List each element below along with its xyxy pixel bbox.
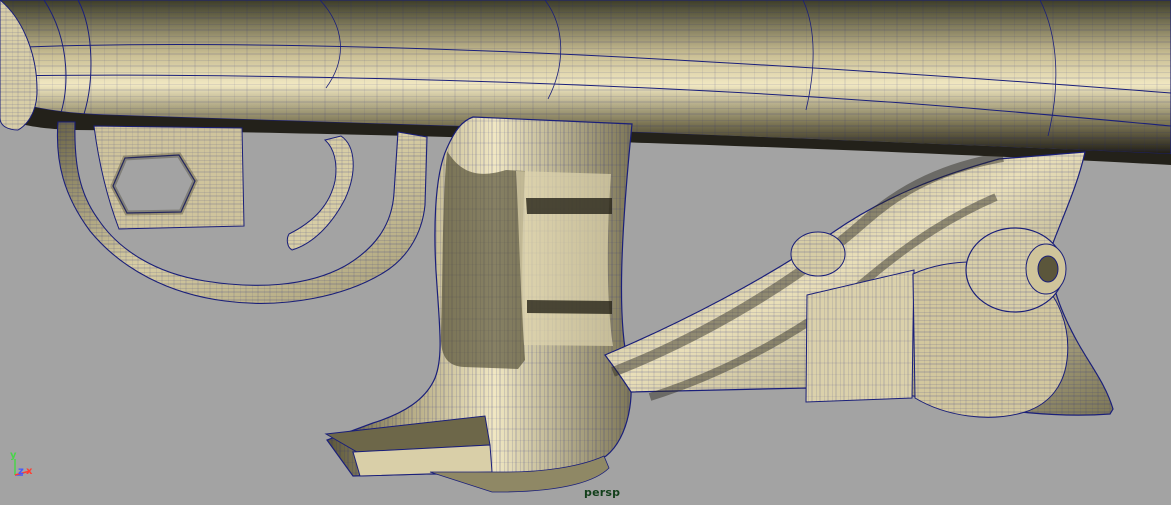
stock-pivot-left[interactable]: [790, 231, 846, 277]
trigger-guard[interactable]: [56, 121, 428, 304]
pistol-grip[interactable]: [324, 116, 633, 493]
y-axis-label: y: [10, 450, 17, 461]
camera-label: persp: [584, 486, 621, 499]
3d-viewport[interactable]: persp y z x: [0, 0, 1171, 505]
z-axis-label: z: [18, 466, 24, 477]
view-axis-icon: y z x: [8, 448, 42, 482]
trigger[interactable]: [286, 135, 354, 251]
x-axis-label: x: [26, 466, 33, 477]
viewport-scene[interactable]: [0, 0, 1171, 505]
